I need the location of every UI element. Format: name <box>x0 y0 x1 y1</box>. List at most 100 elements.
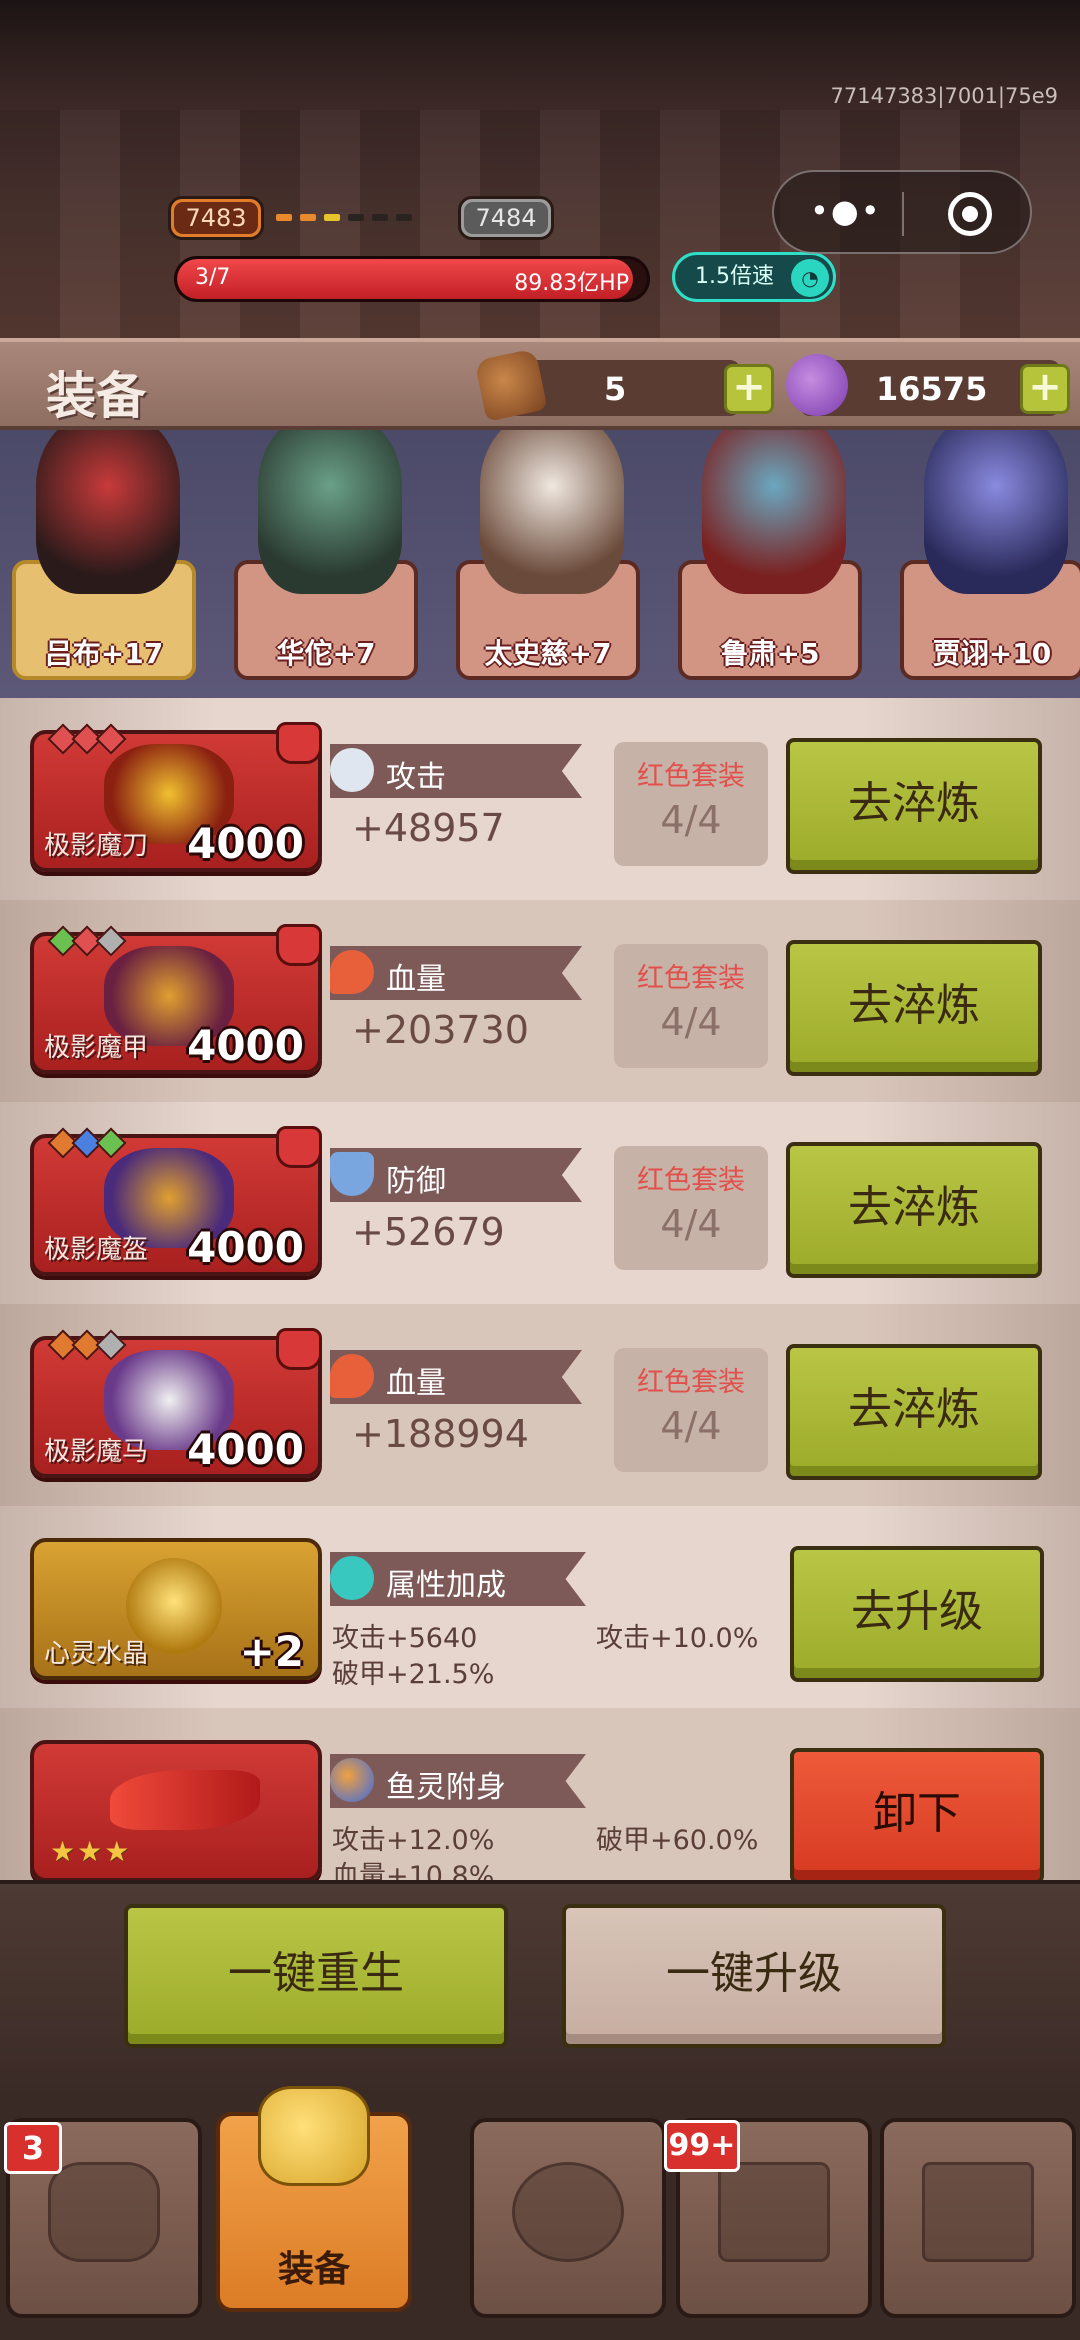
upgrade-button-label: 去升级 <box>851 1586 983 1637</box>
blood-icon <box>330 950 374 994</box>
scroll-icon <box>922 2162 1034 2262</box>
rebirth-label: 一键重生 <box>228 1948 404 1999</box>
equipment-level: 4000 <box>187 819 304 868</box>
refine-button[interactable]: 去淬炼 <box>786 1142 1042 1278</box>
attr-label: 血量 <box>386 962 446 997</box>
one-click-upgrade-button[interactable]: 一键升级 <box>562 1904 946 2048</box>
treasure-badge: 99+ <box>664 2120 740 2172</box>
refine-button[interactable]: 去淬炼 <box>786 738 1042 874</box>
stone-resource: 5 + <box>474 348 774 422</box>
fish-spirit-row: ★★★ 鱼灵附身 攻击+12.0% 破甲+60.0% 血量+10.8% 卸下 <box>0 1708 1080 1880</box>
equipment-row-helmet: 极影魔盔 4000 防御 +52679 红色套装 4/4 去淬炼 <box>0 1102 1080 1304</box>
equipment-card[interactable]: 极影魔马 4000 <box>30 1328 322 1478</box>
fish-card[interactable]: ★★★ <box>30 1740 322 1880</box>
action-bar: 一键重生 一键升级 <box>0 1880 1080 2098</box>
hero-name: 贾诩+10 <box>932 637 1052 670</box>
nav-shop[interactable] <box>880 2118 1076 2318</box>
crystal-card[interactable]: 心灵水晶 +2 <box>30 1538 322 1680</box>
suit-box: 红色套装 4/4 <box>614 944 768 1068</box>
hero-card-huatuo[interactable]: 华佗+7 <box>234 430 418 680</box>
red-fish-icon <box>110 1770 260 1830</box>
crystal-stat-3: 破甲+21.5% <box>332 1659 495 1690</box>
equipment-list[interactable]: 极影魔刀 4000 攻击 +48957 红色套装 4/4 去淬炼 极影魔甲 40… <box>0 698 1080 1880</box>
capsule-divider <box>902 192 904 236</box>
more-icon[interactable]: •●• <box>810 195 880 232</box>
equipment-name: 极影魔马 <box>44 1437 149 1467</box>
hero-portrait-lusu <box>702 430 846 594</box>
attr-value: +52679 <box>352 1210 505 1254</box>
equipment-row-horse: 极影魔马 4000 血量 +188994 红色套装 4/4 去淬炼 <box>0 1304 1080 1506</box>
crystal-stat-1: 攻击+5640 <box>332 1623 478 1654</box>
armor-suit-icon <box>276 1328 322 1370</box>
hero-portrait-taishici <box>480 430 624 594</box>
suit-label: 红色套装 <box>637 1367 745 1398</box>
suit-box: 红色套装 4/4 <box>614 1146 768 1270</box>
attr-label: 防御 <box>386 1164 446 1199</box>
attr-label: 攻击 <box>386 760 446 795</box>
equipment-level: 4000 <box>187 1223 304 1272</box>
refine-button-label: 去淬炼 <box>848 1384 980 1435</box>
next-level-badge: 7484 <box>458 196 554 240</box>
next-level-text: 7484 <box>464 202 548 234</box>
crystal-level: +2 <box>239 1627 304 1676</box>
hero-portrait-lubu <box>36 430 180 594</box>
add-crystal-button[interactable]: + <box>1020 364 1070 414</box>
suit-box: 红色套装 4/4 <box>614 742 768 866</box>
equip-header: 装备 5 + 16575 + <box>0 338 1080 430</box>
close-target-icon[interactable] <box>948 192 992 236</box>
one-click-rebirth-button[interactable]: 一键重生 <box>124 1904 508 2048</box>
hp-text: 89.83亿HP <box>514 271 629 296</box>
fish-spirit-icon <box>330 1758 374 1802</box>
mini-program-capsule: •●• <box>772 170 1032 254</box>
armor-suit-icon <box>276 924 322 966</box>
star-rating: ★★★ <box>50 1835 132 1868</box>
attr-label: 属性加成 <box>386 1568 506 1603</box>
teal-orb-icon <box>330 1556 374 1600</box>
attr-value: +48957 <box>352 806 505 850</box>
refine-button[interactable]: 去淬炼 <box>786 940 1042 1076</box>
helmet-nav-icon <box>48 2162 160 2262</box>
suit-count: 4/4 <box>660 1404 722 1448</box>
crystal-row: 心灵水晶 +2 属性加成 攻击+5640 攻击+10.0% 破甲+21.5% 去… <box>0 1506 1080 1708</box>
refine-button-label: 去淬炼 <box>848 778 980 829</box>
stone-icon <box>474 348 548 422</box>
treasure-chest-icon <box>718 2162 830 2262</box>
suit-count: 4/4 <box>660 798 722 842</box>
speedometer-icon: ◔ <box>791 259 829 297</box>
unequip-button[interactable]: 卸下 <box>790 1748 1044 1880</box>
current-level-text: 7483 <box>174 202 258 234</box>
unequip-button-label: 卸下 <box>873 1788 961 1839</box>
wave-text: 3/7 <box>195 265 231 290</box>
hero-name: 太史慈+7 <box>484 637 612 670</box>
gem-slots <box>47 1329 127 1361</box>
suit-label: 红色套装 <box>637 1165 745 1196</box>
nav-forge[interactable] <box>470 2118 666 2318</box>
speed-label: 1.5倍速 <box>695 264 774 289</box>
golden-armor-icon <box>258 2086 370 2186</box>
equipment-card[interactable]: 极影魔刀 4000 <box>30 722 322 872</box>
hero-card-jiaxu[interactable]: 贾诩+10 <box>900 430 1080 680</box>
upgrade-crystal-button[interactable]: 去升级 <box>790 1546 1044 1682</box>
nav-equipment[interactable]: 装备 <box>216 2086 412 2312</box>
suit-count: 4/4 <box>660 1000 722 1044</box>
hero-card-lusu[interactable]: 鲁肃+5 <box>678 430 862 680</box>
hero-card-taishici[interactable]: 太史慈+7 <box>456 430 640 680</box>
hero-name: 吕布+17 <box>44 637 164 670</box>
refine-button[interactable]: 去淬炼 <box>786 1344 1042 1480</box>
gem-slots <box>47 925 127 957</box>
level-progress-dots <box>276 214 412 221</box>
suit-box: 红色套装 4/4 <box>614 1348 768 1472</box>
equipment-name: 极影魔盔 <box>44 1235 149 1265</box>
hero-card-lubu[interactable]: 吕布+17 <box>12 430 196 680</box>
crystal-name: 心灵水晶 <box>44 1639 149 1669</box>
armor-suit-icon <box>276 1126 322 1168</box>
gem-slots <box>47 1127 127 1159</box>
nav-equip-label: 装备 <box>277 2249 350 2290</box>
equipment-card[interactable]: 极影魔甲 4000 <box>30 924 322 1074</box>
speed-toggle-button[interactable]: 1.5倍速 ◔ <box>672 252 836 302</box>
armor-suit-icon <box>276 722 322 764</box>
add-stone-button[interactable]: + <box>724 364 774 414</box>
boss-hp-bar: 3/7 89.83亿HP <box>174 256 650 302</box>
equipment-card[interactable]: 极影魔盔 4000 <box>30 1126 322 1276</box>
suit-count: 4/4 <box>660 1202 722 1246</box>
